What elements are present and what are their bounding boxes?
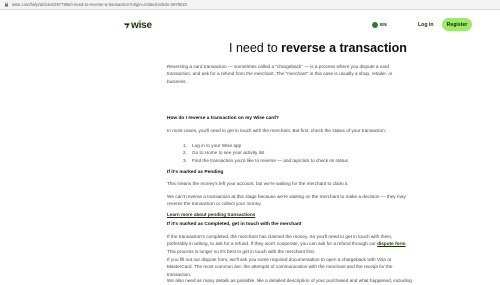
section-heading-pending: If it's marked as Pending xyxy=(167,170,224,175)
logo-text: wise xyxy=(131,19,152,31)
intro-paragraph: Reversing a card transaction — sometimes… xyxy=(167,64,393,84)
login-button[interactable]: Log in xyxy=(413,19,439,30)
title-prefix: I need to xyxy=(229,41,282,55)
browser-url-bar[interactable]: wise.com/help/articles/2977956/i-need-to… xyxy=(0,0,500,10)
wise-logo[interactable]: wise xyxy=(123,19,152,31)
section-heading-completed: If it's marked as Completed, get in touc… xyxy=(167,222,302,227)
completed-text-2: If you fill out our dispute form, we'll … xyxy=(167,257,393,277)
language-flag-icon xyxy=(372,22,378,28)
steps-list: 1. Log in to your Wise app 2. Go to Home t… xyxy=(183,142,413,164)
pending-text-2: We can't reverse a transaction at this s… xyxy=(167,194,406,207)
register-button[interactable]: Register xyxy=(442,18,472,31)
section-text-how: In most cases, you'll need to get in tou… xyxy=(167,128,386,133)
completed-text-1: If the transaction's completed, the merc… xyxy=(167,234,407,254)
pending-text-1: This means the money's left your account… xyxy=(167,181,349,186)
site-info-icon[interactable] xyxy=(3,2,9,8)
language-selector[interactable]: EN xyxy=(372,21,387,29)
list-item: 2. Go to Home to see your activity list xyxy=(183,150,265,156)
list-item: 1. Log in to your Wise app xyxy=(183,143,242,148)
title-bold: reverse a transaction xyxy=(281,41,407,55)
wise-flag-icon xyxy=(124,22,130,28)
language-label: EN xyxy=(380,22,387,28)
page-title: I need to reverse a transaction xyxy=(229,41,407,55)
pending-transactions-link[interactable]: Learn more about pending transactions xyxy=(167,212,255,217)
completed-text-3: We also need as many details as possible… xyxy=(167,278,412,283)
dispute-form-link[interactable]: dispute form xyxy=(377,241,405,246)
section-heading-how: How do I reverse a transaction on my Wis… xyxy=(167,116,279,121)
url-text: wise.com/help/articles/2977956/i-need-to… xyxy=(12,2,188,7)
list-item: 3. Find the transaction you'd like to rev… xyxy=(183,157,348,163)
